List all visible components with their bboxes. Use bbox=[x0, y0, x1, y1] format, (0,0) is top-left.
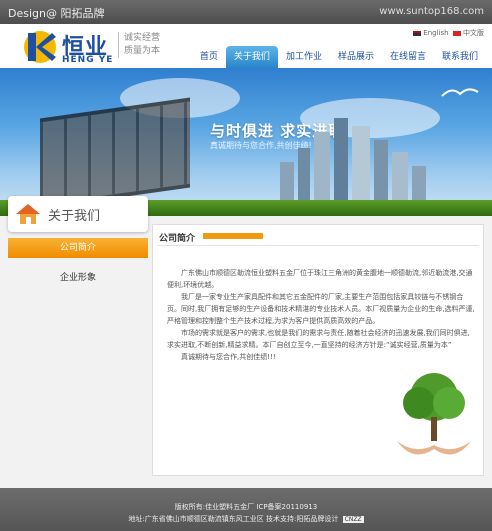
designer-credit: Design@ 阳拓品牌 bbox=[8, 7, 105, 20]
logo[interactable]: 恒业 HENG YE bbox=[22, 29, 114, 65]
footer-copyright: 版权所有:佳业塑料五金厂 ICP备案20110913 bbox=[174, 503, 318, 511]
nav-home[interactable]: 首页 bbox=[192, 46, 226, 68]
nav-processing[interactable]: 加工作业 bbox=[278, 46, 330, 68]
nav-contact[interactable]: 联系我们 bbox=[434, 46, 486, 68]
divider bbox=[157, 245, 479, 246]
stats-badge[interactable]: CNZZ bbox=[342, 516, 364, 523]
slogan-line-2: 质量为本 bbox=[124, 46, 161, 56]
brand-name-en: HENG YE bbox=[62, 55, 114, 65]
paragraph: 广东佛山市顺德区勒流恒业塑料五金厂位于珠江三角洲的黄金腹地一顺德勒流,邻近勒流港… bbox=[167, 269, 473, 289]
sidebar-header: 关于我们 bbox=[8, 196, 148, 232]
nav-message[interactable]: 在线留言 bbox=[382, 46, 434, 68]
slogan-line-1: 诚实经营 bbox=[124, 33, 161, 43]
sidebar-item-corporate-image[interactable]: 企业形象 bbox=[8, 268, 148, 288]
paragraph: 市场的需求就是客户的需求,也就是我们的需求与责任,随着社会经济的迅速发展,我们同… bbox=[167, 329, 470, 349]
lang-chinese[interactable]: 中文版 bbox=[463, 29, 484, 37]
tree-in-hands-image bbox=[397, 373, 471, 455]
top-strip: Design@ 阳拓品牌 www.suntop168.com bbox=[0, 0, 492, 24]
sidebar-menu: 公司简介 企业形象 bbox=[8, 238, 148, 298]
uk-flag-icon bbox=[413, 30, 422, 36]
header: 恒业 HENG YE 诚实经营 质量为本 English 中文版 首页 关于我们… bbox=[0, 24, 492, 68]
language-switch: English 中文版 bbox=[413, 28, 484, 38]
city-skyline-graphic bbox=[280, 118, 426, 202]
film-strip-graphic bbox=[40, 97, 190, 209]
nav-samples[interactable]: 样品展示 bbox=[330, 46, 382, 68]
hero-banner: 与时俱进 求实进取 真诚期待与您合作,共创佳绩! bbox=[0, 68, 492, 216]
content-body: 广东佛山市顺德区勒流恒业塑料五金厂位于珠江三角洲的黄金腹地一顺德勒流,邻近勒流港… bbox=[167, 267, 475, 363]
china-flag-icon bbox=[453, 30, 461, 36]
slogan: 诚实经营 质量为本 bbox=[118, 32, 160, 58]
content-title: 公司简介 bbox=[159, 234, 196, 244]
site-url[interactable]: www.suntop168.com bbox=[379, 6, 484, 17]
lang-english[interactable]: English bbox=[423, 29, 448, 37]
footer: 版权所有:佳业塑料五金厂 ICP备案20110913 地址:广东省佛山市顺德区勒… bbox=[0, 488, 492, 531]
paragraph: 我厂是一家专业生产家具配件和其它五金配件的厂家,主要生产范围包括家具铰链与不锈钢… bbox=[167, 293, 475, 325]
nav-about[interactable]: 关于我们 bbox=[225, 46, 278, 68]
seagull-icon bbox=[441, 88, 479, 97]
sidebar-item-company-profile[interactable]: 公司简介 bbox=[8, 238, 148, 258]
main-nav: 首页 关于我们 加工作业 样品展示 在线留言 联系我们 bbox=[192, 46, 486, 68]
logo-mark-icon bbox=[24, 31, 56, 63]
paragraph: 真诚期待与您合作,共创佳绩!!! bbox=[181, 353, 276, 361]
house-icon bbox=[16, 204, 40, 224]
sidebar-title: 关于我们 bbox=[48, 209, 101, 224]
footer-address: 地址:广东省佛山市顺德区勒流镇东风工业区 技术支持:阳拓品牌设计 CNZZ bbox=[0, 514, 492, 524]
title-accent-bar bbox=[203, 233, 263, 239]
footer-address-text: 地址:广东省佛山市顺德区勒流镇东风工业区 技术支持:阳拓品牌设计 bbox=[128, 515, 339, 523]
content-panel: 公司简介 广东佛山市顺德区勒流恒业塑料五金厂位于珠江三角洲的黄金腹地一顺德勒流,… bbox=[152, 224, 484, 476]
